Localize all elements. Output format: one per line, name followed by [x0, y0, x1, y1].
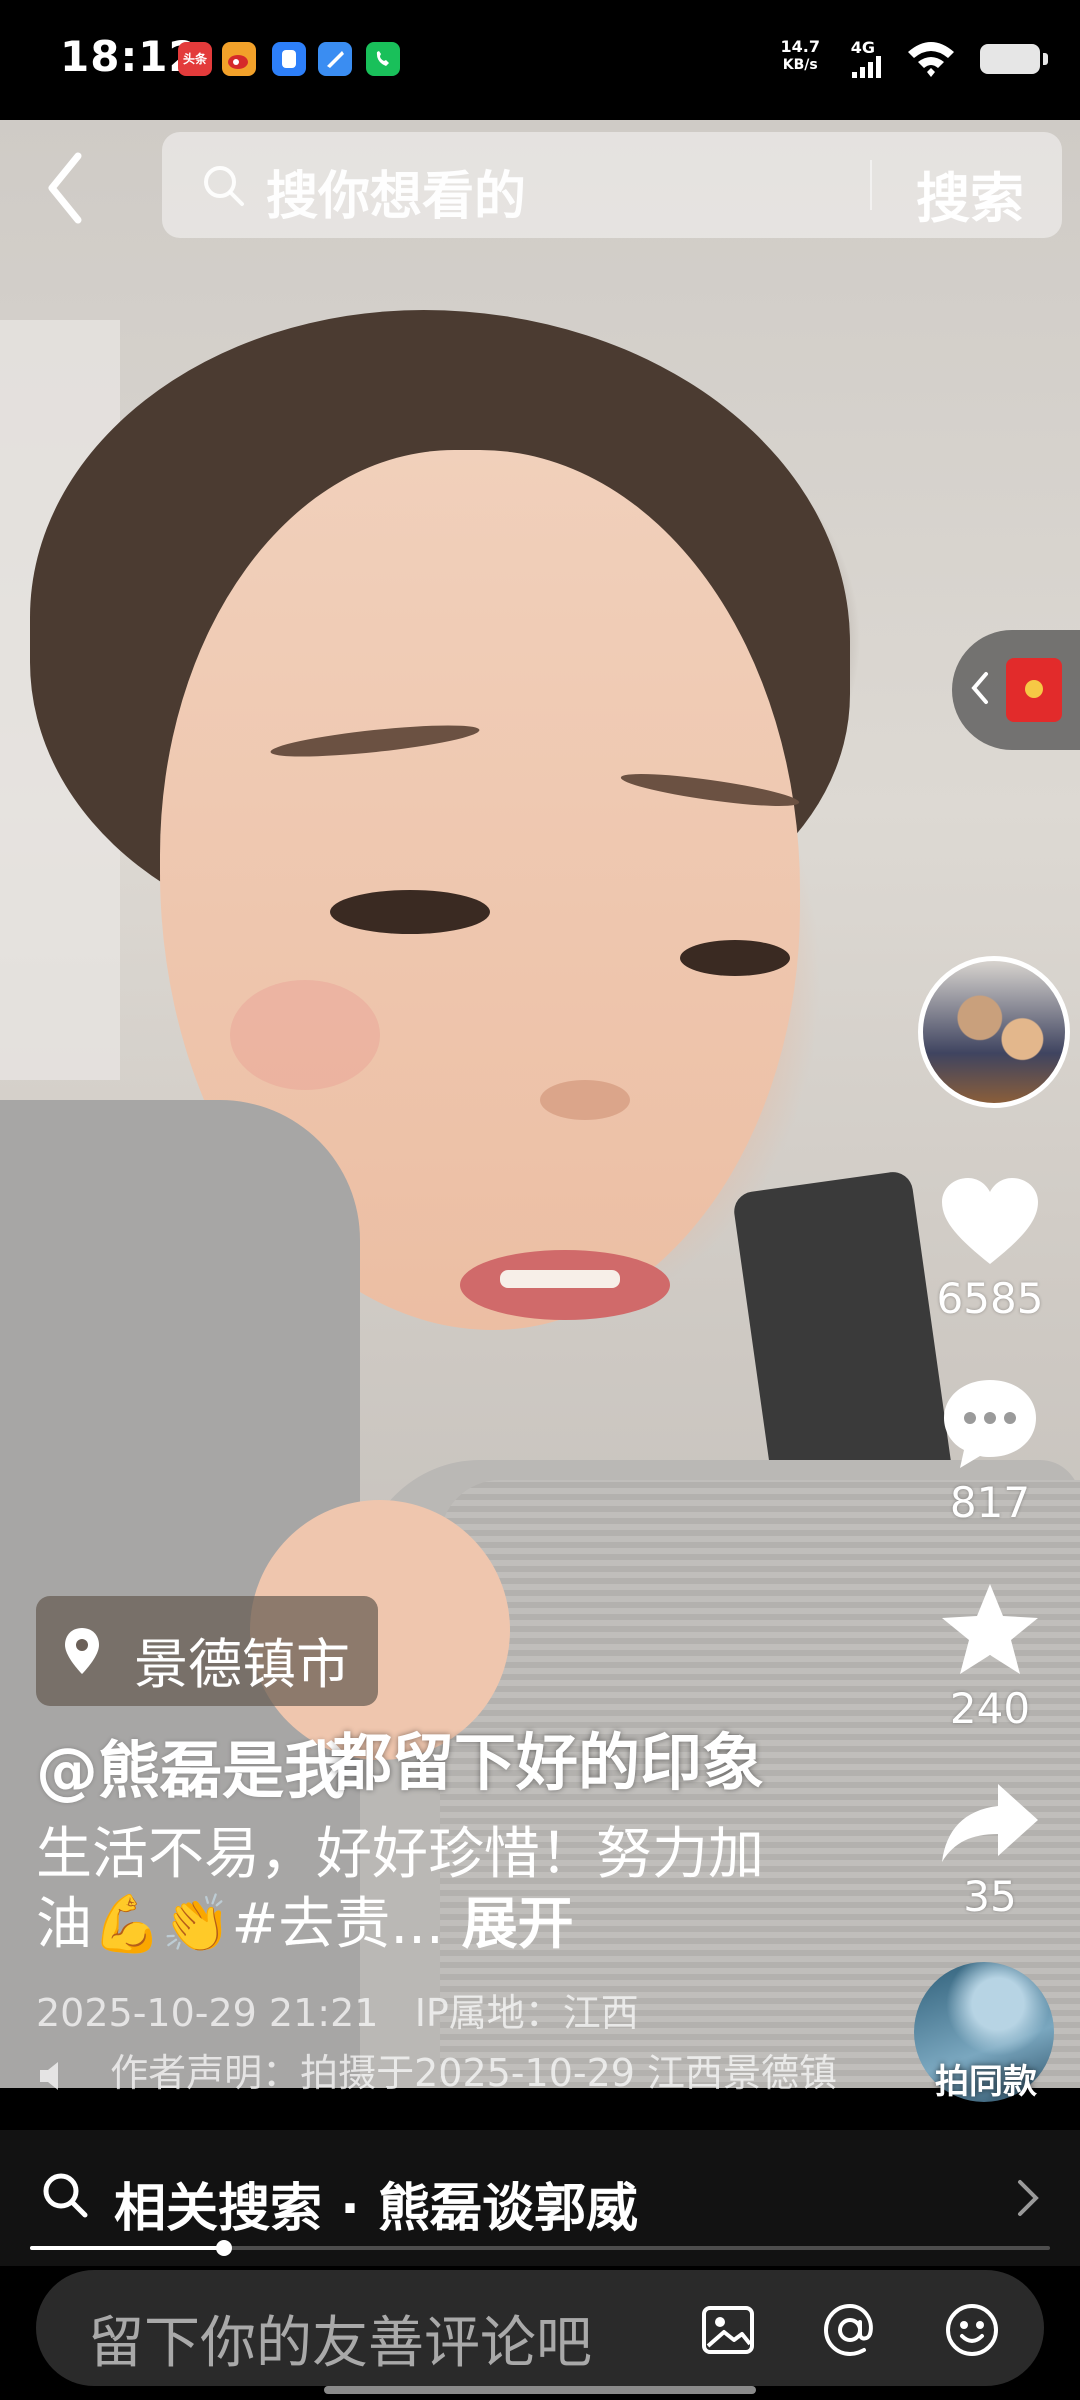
location-tag[interactable]: 景德镇市	[36, 1596, 378, 1706]
app-blue-icon	[272, 42, 306, 76]
ip-location: IP属地：江西	[414, 1991, 639, 2035]
search-input[interactable]: 搜你想看的	[266, 154, 526, 229]
heart-icon[interactable]	[940, 1176, 1040, 1268]
app-green-call-icon	[366, 42, 400, 76]
comment-input[interactable]: 留下你的友善评论吧	[88, 2298, 592, 2379]
author-statement: 作者声明：拍摄于2025-10-29 江西景德镇	[36, 2042, 926, 2097]
search-divider	[870, 160, 872, 210]
location-label: 景德镇市	[134, 1633, 350, 1696]
share-count: 35	[963, 1872, 1017, 1921]
same-style-button[interactable]: 拍同款	[914, 1962, 1054, 2102]
expand-link[interactable]: 展开	[462, 1892, 574, 1957]
like-action[interactable]: 6585	[920, 1176, 1060, 1323]
app-feather-icon	[318, 42, 352, 76]
related-search-label: 相关搜索 · 熊磊谈郭威	[114, 2179, 638, 2239]
video-description[interactable]: 生活不易，好好珍惜！努力加油💪👏#去责... 展开	[36, 1820, 796, 1960]
author-username[interactable]: @熊磊是我	[36, 1720, 346, 1810]
weibo-icon	[222, 42, 256, 76]
favorite-action[interactable]: 240	[920, 1582, 1060, 1733]
red-packet-widget[interactable]	[952, 630, 1080, 750]
chevron-left-icon	[971, 672, 988, 704]
home-indicator	[324, 2386, 756, 2394]
favorite-count: 240	[949, 1684, 1031, 1733]
video-progress-handle[interactable]	[215, 2240, 232, 2256]
comment-icon[interactable]	[940, 1376, 1040, 1472]
search-icon	[43, 2173, 88, 2218]
like-count: 6585	[936, 1274, 1044, 1323]
author-statement-text: 作者声明：拍摄于2025-10-29 江西景德镇	[110, 2051, 838, 2095]
share-arrow-icon[interactable]	[940, 1782, 1040, 1866]
speaker-icon	[40, 2061, 58, 2090]
description-text: 生活不易，好好珍惜！努力加油💪👏#去责...	[36, 1822, 764, 1957]
battery-icon	[980, 44, 1048, 74]
author-avatar[interactable]	[918, 956, 1070, 1108]
share-action[interactable]: 35	[920, 1782, 1060, 1921]
video-progress-fill	[30, 2246, 224, 2250]
emoji-icon[interactable]	[942, 2300, 1002, 2360]
wifi-icon	[908, 42, 954, 77]
location-pin-icon	[65, 1628, 99, 1674]
image-icon[interactable]	[698, 2300, 758, 2360]
back-arrow-icon[interactable]	[38, 148, 98, 228]
status-bar: 18:12 头条 14.7 KB/s 4G	[0, 0, 1080, 120]
post-meta: 2025-10-29 21:21 IP属地：江西	[36, 1982, 639, 2037]
search-bar[interactable]: 搜你想看的 搜索	[162, 132, 1062, 238]
star-icon[interactable]	[940, 1582, 1040, 1678]
search-button[interactable]: 搜索	[916, 154, 1024, 233]
toutiao-icon: 头条	[178, 42, 212, 76]
video-progress-bar[interactable]	[30, 2240, 1050, 2256]
comment-action[interactable]: 817	[920, 1376, 1060, 1527]
search-icon	[204, 166, 244, 206]
video-subtitle: 都留下好的印象	[330, 1726, 765, 1799]
network-speed: 14.7 KB/s	[780, 37, 820, 74]
same-style-label: 拍同款	[935, 2062, 1037, 2102]
red-envelope-icon	[1006, 658, 1062, 722]
signal-icon	[852, 56, 882, 78]
comment-input-bar[interactable]: 留下你的友善评论吧	[36, 2270, 1044, 2386]
comment-count: 817	[949, 1478, 1031, 1527]
network-type: 4G	[850, 38, 875, 57]
post-datetime: 2025-10-29 21:21	[36, 1991, 379, 2035]
mention-icon[interactable]	[820, 2300, 880, 2360]
chevron-right-icon	[1018, 2180, 1039, 2216]
